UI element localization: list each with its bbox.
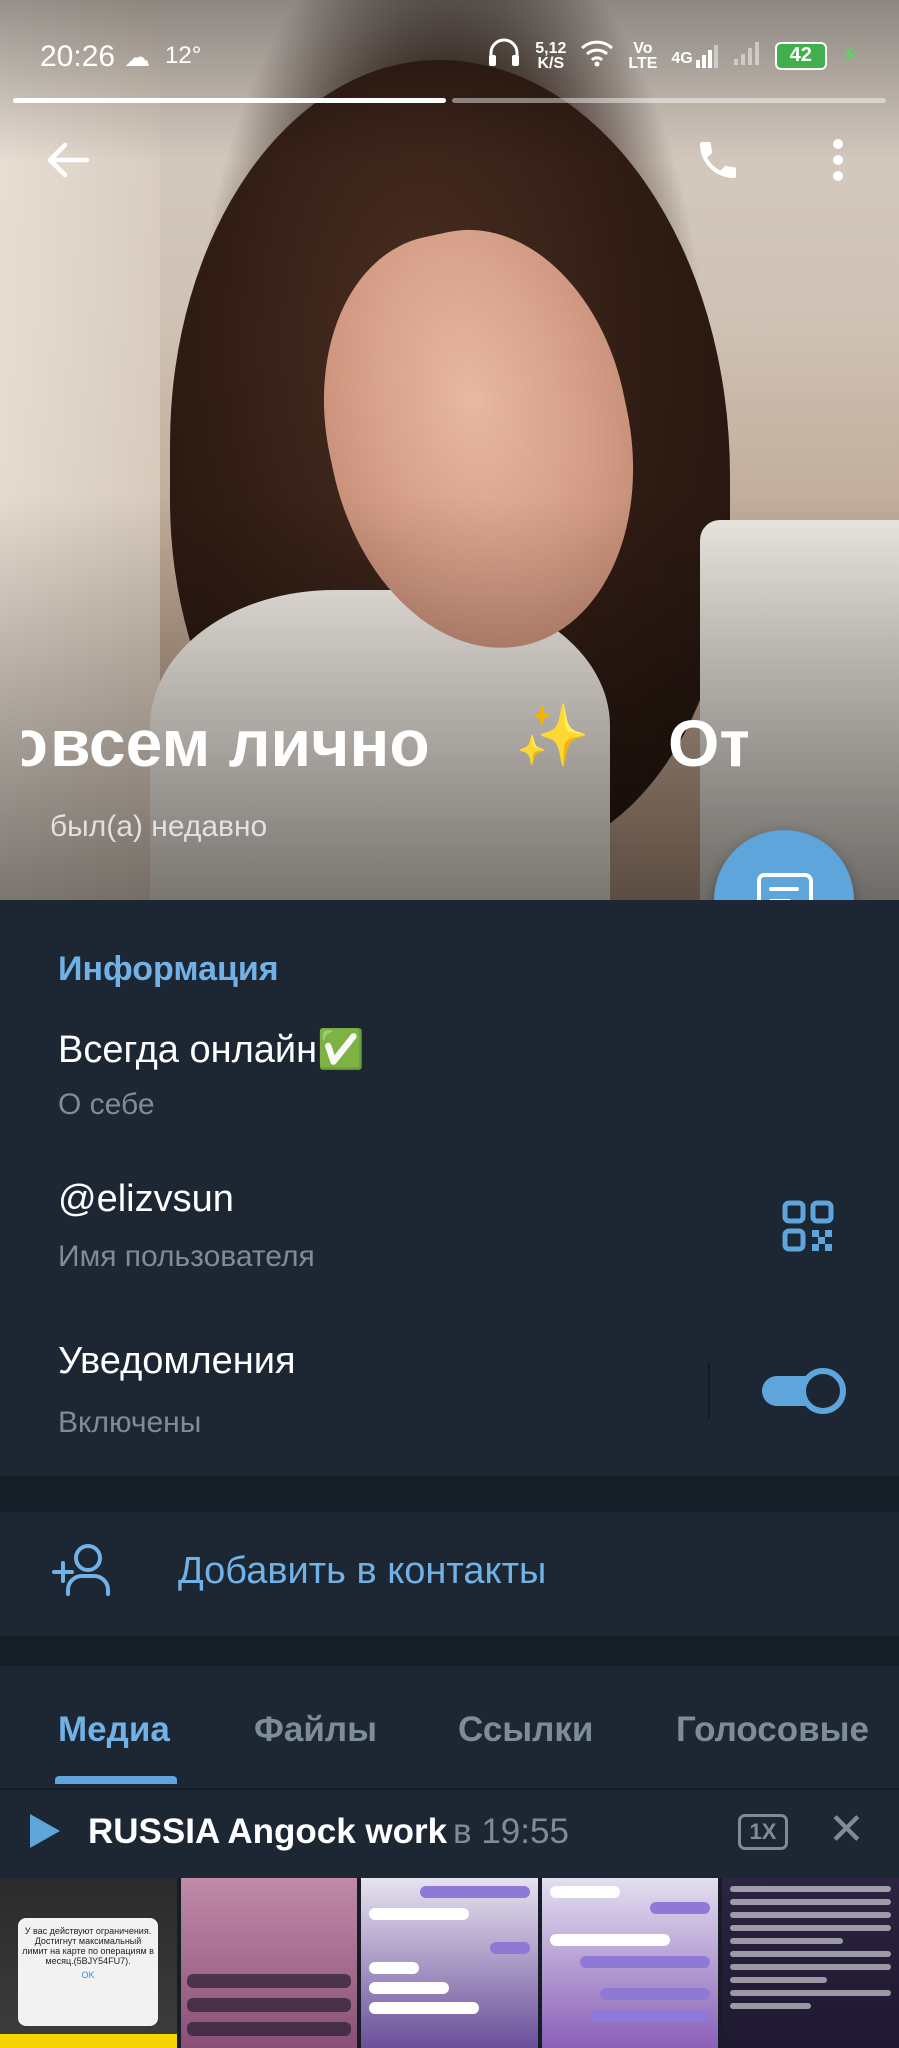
notifications-label[interactable]: Уведомления xyxy=(58,1340,296,1383)
wifi-icon xyxy=(580,39,614,72)
back-button[interactable] xyxy=(38,130,98,190)
profile-name-tail: От xyxy=(668,706,748,780)
status-time: 20:26 xyxy=(40,40,116,73)
thumbnail-alert: У вас действуют ограничения. Достигнут м… xyxy=(18,1918,158,2026)
call-button[interactable] xyxy=(688,130,748,190)
bio-label: О себе xyxy=(58,1088,155,1121)
net-speed-value: 5,12 xyxy=(535,39,567,57)
bio-text[interactable]: Всегда онлайн✅ xyxy=(58,1028,364,1072)
battery-icon: 42 xyxy=(774,41,827,70)
net-speed-unit: K/S xyxy=(537,54,565,72)
more-menu-button[interactable] xyxy=(808,130,868,190)
media-thumbnail[interactable] xyxy=(722,1878,899,2048)
info-section: Информация Всегда онлайн✅ О себе @elizvs… xyxy=(0,900,899,1476)
photo-progress-1 xyxy=(13,98,446,103)
signal-sim2-icon xyxy=(733,41,761,70)
qr-code-button[interactable] xyxy=(782,1200,834,1252)
signal-4g-icon: 4G xyxy=(671,44,718,68)
charging-icon: ⚡ xyxy=(840,40,859,70)
status-bar: 20:26 ☁ 12° 5,12 K/S Vo LTE 4G 42 ⚡ xyxy=(0,30,899,82)
thumbnail-text-lines xyxy=(730,1886,891,2016)
username-text[interactable]: @elizvsun xyxy=(58,1178,234,1221)
tab-files[interactable]: Файлы xyxy=(254,1710,377,1750)
qr-code-icon xyxy=(782,1200,834,1252)
username-label: Имя пользователя xyxy=(58,1240,315,1273)
player-title: RUSSIA Angock work xyxy=(88,1812,448,1851)
playback-speed-button[interactable]: 1X xyxy=(738,1814,788,1850)
thumbnail-alert-ok: OK xyxy=(81,1970,95,1980)
notifications-toggle[interactable] xyxy=(762,1366,846,1414)
phone-icon xyxy=(700,142,736,178)
profile-name: всем лично xyxy=(50,706,430,780)
last-seen-status: был(а) недавно xyxy=(50,810,268,843)
net-speed: 5,12 K/S xyxy=(535,39,567,72)
toggle-knob xyxy=(800,1368,846,1414)
tab-media[interactable]: Медиа xyxy=(58,1710,170,1750)
notifications-state: Включены xyxy=(58,1406,202,1439)
media-grid: У вас действуют ограничения. Достигнут м… xyxy=(0,1878,899,2048)
sparkles-emoji-icon: ✨ xyxy=(515,702,590,769)
volte-bottom: LTE xyxy=(628,54,658,72)
audio-player-bar[interactable]: RUSSIA Angock work в 19:55 1X ✕ xyxy=(0,1788,899,1876)
active-tab-indicator xyxy=(55,1776,177,1784)
volte-indicator: Vo LTE xyxy=(628,39,658,72)
thumbnail-alert-text: У вас действуют ограничения. Достигнут м… xyxy=(22,1926,154,1966)
network-type: 4G xyxy=(671,49,693,67)
more-vertical-icon xyxy=(833,139,843,181)
media-thumbnail[interactable] xyxy=(361,1878,538,2048)
media-thumbnail[interactable]: У вас действуют ограничения. Достигнут м… xyxy=(0,1878,177,2048)
cloud-icon: ☁ xyxy=(124,42,150,72)
add-contact-row[interactable]: Добавить в контакты xyxy=(0,1512,899,1636)
media-thumbnail[interactable] xyxy=(541,1878,719,2048)
status-icons: 5,12 K/S Vo LTE 4G 42 ⚡ xyxy=(487,38,859,73)
media-tabs: Медиа Файлы Ссылки Голосовые xyxy=(0,1666,899,1788)
section-gap xyxy=(0,1636,899,1666)
section-gap xyxy=(0,1476,899,1512)
status-temperature: 12° xyxy=(165,42,202,69)
arrow-left-icon xyxy=(47,142,90,178)
add-user-icon xyxy=(52,1544,110,1596)
profile-name-lead: о xyxy=(22,706,48,780)
tab-links[interactable]: Ссылки xyxy=(458,1710,593,1750)
play-icon[interactable] xyxy=(30,1814,60,1848)
headphones-icon xyxy=(487,38,521,73)
notifications-divider xyxy=(708,1362,710,1418)
photo-progress-2 xyxy=(452,98,886,103)
volte-top: Vo xyxy=(633,39,653,57)
add-contact-label: Добавить в контакты xyxy=(178,1550,547,1592)
thumbnail-yellow-bar xyxy=(0,2034,177,2048)
media-thumbnail[interactable] xyxy=(180,1878,358,2048)
info-section-title: Информация xyxy=(58,950,279,988)
tab-voice[interactable]: Голосовые xyxy=(676,1710,869,1750)
player-time: в 19:55 xyxy=(453,1812,569,1851)
close-icon[interactable]: ✕ xyxy=(828,1808,865,1852)
